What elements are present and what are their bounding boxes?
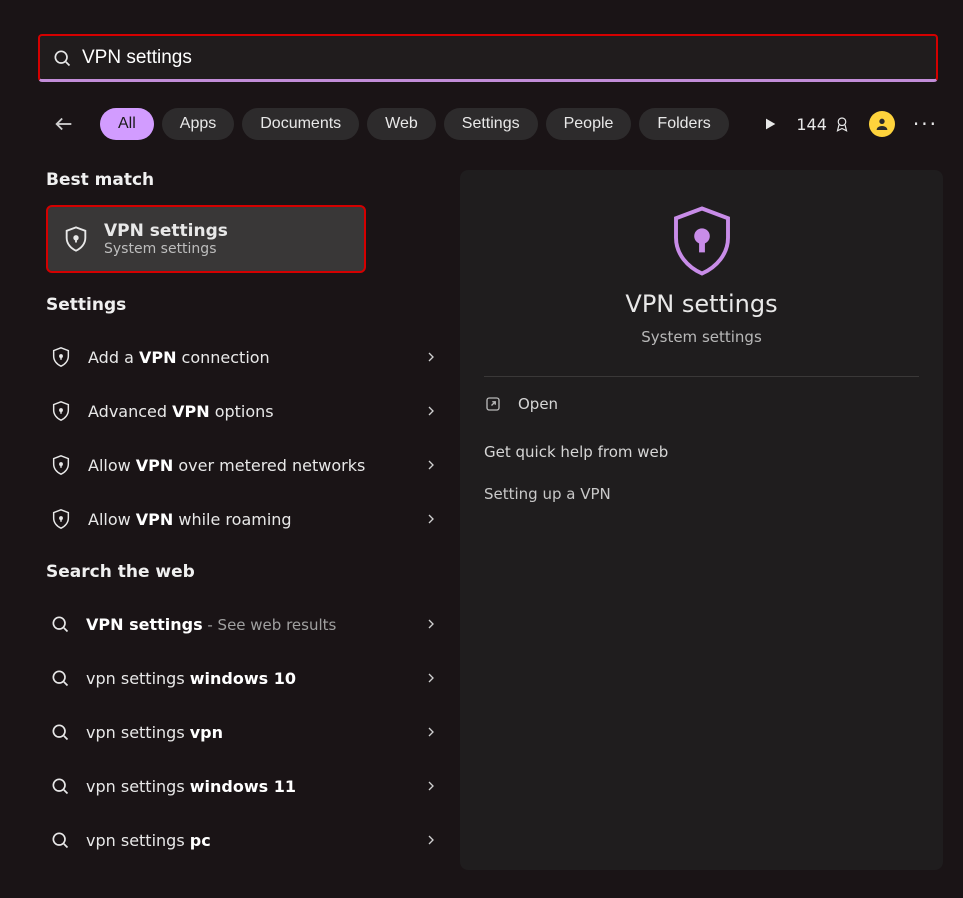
search-icon xyxy=(50,830,70,850)
web-result-item[interactable]: vpn settings windows 10 xyxy=(46,651,444,705)
web-item-label: vpn settings pc xyxy=(86,831,406,850)
filter-people[interactable]: People xyxy=(546,108,632,140)
chevron-right-icon xyxy=(422,457,440,473)
search-icon xyxy=(50,722,70,742)
settings-item[interactable]: Add a VPN connection xyxy=(46,330,444,384)
chevron-right-icon xyxy=(422,832,440,848)
settings-item[interactable]: Allow VPN over metered networks xyxy=(46,438,444,492)
chevron-right-icon xyxy=(422,616,440,632)
search-icon xyxy=(52,48,72,68)
shield-icon xyxy=(50,508,72,530)
best-match-subtitle: System settings xyxy=(104,241,228,257)
best-match-card[interactable]: VPN settings System settings xyxy=(46,205,366,273)
filter-all[interactable]: All xyxy=(100,108,154,140)
open-action[interactable]: Open xyxy=(484,377,919,431)
web-item-label: VPN settings - See web results xyxy=(86,615,406,634)
person-icon xyxy=(874,116,890,132)
back-button[interactable] xyxy=(48,108,80,140)
web-item-label: vpn settings windows 11 xyxy=(86,777,406,796)
shield-icon xyxy=(50,346,72,368)
medal-icon xyxy=(833,115,851,133)
shield-icon xyxy=(62,225,90,253)
search-bar[interactable] xyxy=(38,34,938,82)
open-icon xyxy=(484,395,502,413)
search-icon xyxy=(50,614,70,634)
web-result-item[interactable]: vpn settings pc xyxy=(46,813,444,867)
chevron-right-icon xyxy=(422,670,440,686)
settings-item[interactable]: Advanced VPN options xyxy=(46,384,444,438)
chevron-right-icon xyxy=(422,349,440,365)
best-match-title: VPN settings xyxy=(104,221,228,241)
results-panel: Best match VPN settings System settings … xyxy=(46,170,444,870)
filter-settings[interactable]: Settings xyxy=(444,108,538,140)
settings-item-label: Advanced VPN options xyxy=(88,402,406,421)
filter-documents[interactable]: Documents xyxy=(242,108,359,140)
web-result-item[interactable]: VPN settings - See web results xyxy=(46,597,444,651)
search-icon xyxy=(50,668,70,688)
web-item-label: vpn settings vpn xyxy=(86,723,406,742)
shield-icon xyxy=(50,400,72,422)
search-input[interactable] xyxy=(82,47,924,69)
chevron-right-icon xyxy=(422,403,440,419)
filter-apps[interactable]: Apps xyxy=(162,108,234,140)
arrow-left-icon xyxy=(53,113,75,135)
chevron-right-icon xyxy=(422,724,440,740)
settings-item[interactable]: Allow VPN while roaming xyxy=(46,492,444,546)
chevron-right-icon xyxy=(422,511,440,527)
section-settings: Settings xyxy=(46,295,444,315)
section-best-match: Best match xyxy=(46,170,444,190)
avatar[interactable] xyxy=(869,111,895,137)
shield-icon xyxy=(50,454,72,476)
open-label: Open xyxy=(518,395,558,413)
filter-row: All Apps Documents Web Settings People F… xyxy=(48,108,938,140)
settings-item-label: Add a VPN connection xyxy=(88,348,406,367)
preview-panel: VPN settings System settings Open Get qu… xyxy=(460,170,943,870)
web-result-item[interactable]: vpn settings windows 11 xyxy=(46,759,444,813)
section-web: Search the web xyxy=(46,562,444,582)
rewards-points[interactable]: 144 xyxy=(796,115,851,134)
filter-folders[interactable]: Folders xyxy=(639,108,728,140)
search-icon xyxy=(50,776,70,796)
help-heading: Get quick help from web xyxy=(484,431,919,473)
filter-web[interactable]: Web xyxy=(367,108,436,140)
shield-large-icon xyxy=(663,202,741,280)
web-item-label: vpn settings windows 10 xyxy=(86,669,406,688)
content-area: Best match VPN settings System settings … xyxy=(46,170,943,870)
preview-subtitle: System settings xyxy=(641,328,762,346)
web-result-item[interactable]: vpn settings vpn xyxy=(46,705,444,759)
preview-title: VPN settings xyxy=(625,290,777,318)
settings-item-label: Allow VPN over metered networks xyxy=(88,456,406,475)
more-button[interactable]: ··· xyxy=(913,112,938,136)
settings-item-label: Allow VPN while roaming xyxy=(88,510,406,529)
play-icon[interactable] xyxy=(762,116,778,132)
help-link[interactable]: Setting up a VPN xyxy=(484,473,919,515)
chevron-right-icon xyxy=(422,778,440,794)
